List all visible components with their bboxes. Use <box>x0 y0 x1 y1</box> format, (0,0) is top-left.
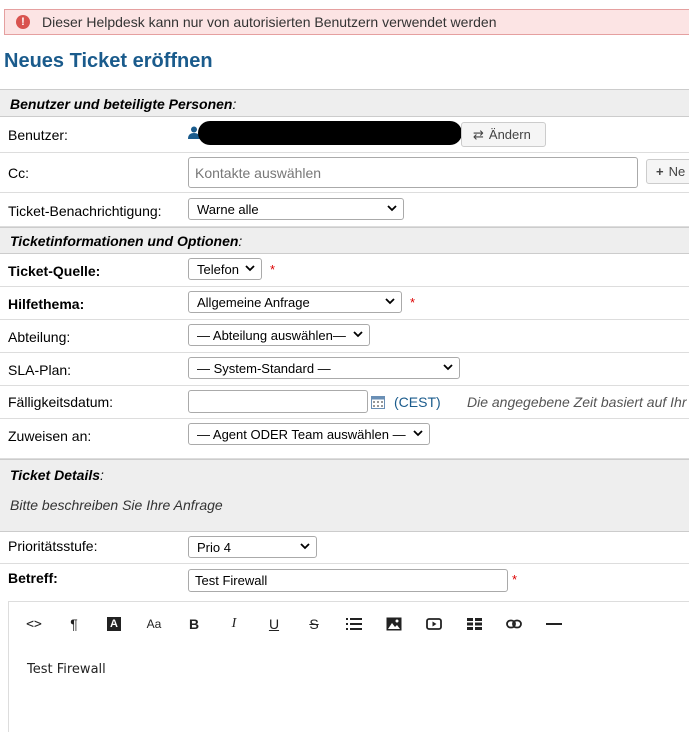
rich-text-editor[interactable]: <> ¶ A Aa B I U S Test Firewall <box>8 601 689 732</box>
text-color-icon: A <box>107 617 121 631</box>
topic-value: Allgemeine Anfrage <box>197 294 310 310</box>
italic-button[interactable]: I <box>221 602 247 646</box>
new-contact-label: Ne <box>668 164 686 179</box>
priority-value: Prio 4 <box>197 539 231 555</box>
paragraph-button[interactable]: ¶ <box>61 602 87 646</box>
text-color-button[interactable]: A <box>101 602 127 646</box>
priority-label: Prioritätsstufe: <box>8 538 98 554</box>
section-details-header: Ticket Details: Bitte beschreiben Sie Ih… <box>0 459 689 532</box>
topic-select[interactable]: Allgemeine Anfrage <box>188 291 402 313</box>
chevron-down-icon <box>353 331 363 338</box>
sla-label: SLA-Plan: <box>8 362 72 378</box>
cc-row: Cc: Kontakte auswählen + Ne <box>0 153 689 193</box>
insert-image-button[interactable] <box>381 602 407 646</box>
alert-text: Dieser Helpdesk kann nur von autorisiert… <box>42 14 497 30</box>
subject-label: Betreff: <box>8 570 58 586</box>
table-icon <box>466 618 482 630</box>
assign-select[interactable]: — Agent ODER Team auswählen — <box>188 423 430 445</box>
insert-table-button[interactable] <box>461 602 487 646</box>
subject-value: Test Firewall <box>195 573 268 588</box>
cc-label: Cc: <box>8 165 29 181</box>
source-label: Ticket-Quelle: <box>8 263 101 279</box>
assign-row: Zuweisen an: — Agent ODER Team auswählen… <box>0 419 689 459</box>
notify-row: Ticket-Benachrichtigung: Warne alle <box>0 193 689 227</box>
chevron-down-icon <box>300 543 310 550</box>
notify-label: Ticket-Benachrichtigung: <box>8 203 162 219</box>
required-mark: * <box>270 262 276 277</box>
insert-link-button[interactable] <box>501 602 527 646</box>
topic-label: Hilfethema: <box>8 296 85 312</box>
change-user-label: Ändern <box>488 127 531 142</box>
chevron-down-icon <box>245 265 255 272</box>
section-info-header: Ticketinformationen und Optionen: <box>0 227 689 254</box>
assign-label: Zuweisen an: <box>8 428 92 444</box>
subject-input[interactable]: Test Firewall <box>188 569 508 592</box>
insert-video-button[interactable] <box>421 602 447 646</box>
page-title: Neues Ticket eröffnen <box>4 50 213 72</box>
department-select[interactable]: — Abteilung auswählen— <box>188 324 370 346</box>
section-details-title: Ticket Details: <box>10 467 104 483</box>
cc-input[interactable]: Kontakte auswählen <box>188 157 638 188</box>
horizontal-rule-button[interactable] <box>541 602 567 646</box>
topic-row: Hilfethema: Allgemeine Anfrage * <box>0 287 689 320</box>
due-note: Die angegebene Zeit basiert auf Ihr <box>467 394 687 410</box>
due-date-input[interactable] <box>188 390 368 413</box>
sla-select[interactable]: — System-Standard — <box>188 357 460 379</box>
link-icon <box>506 619 522 629</box>
section-users-title: Benutzer und beteiligte Personen: <box>10 96 237 112</box>
priority-row: Prioritätsstufe: Prio 4 <box>0 532 689 564</box>
chevron-down-icon <box>385 298 395 305</box>
plus-icon: + <box>656 164 664 179</box>
editor-toolbar: <> ¶ A Aa B I U S <box>9 602 689 646</box>
horizontal-rule-icon <box>546 623 562 625</box>
cc-placeholder: Kontakte auswählen <box>195 164 322 181</box>
editor-body-text: Test Firewall <box>27 662 106 677</box>
sla-row: SLA-Plan: — System-Standard — <box>0 353 689 386</box>
due-label: Fälligkeitsdatum: <box>8 394 114 410</box>
calendar-icon[interactable] <box>371 395 385 409</box>
notify-select[interactable]: Warne alle <box>188 198 404 220</box>
section-info-title: Ticketinformationen und Optionen: <box>10 233 243 249</box>
strikethrough-button[interactable]: S <box>301 602 327 646</box>
new-contact-button[interactable]: + Ne <box>646 159 689 184</box>
priority-select[interactable]: Prio 4 <box>188 536 317 558</box>
timezone-label: (CEST) <box>394 394 441 410</box>
chevron-down-icon <box>387 205 397 212</box>
exclamation-icon: ! <box>16 15 30 29</box>
source-row: Ticket-Quelle: Telefon * <box>0 254 689 287</box>
image-icon <box>386 617 402 631</box>
swap-icon: ⇄ <box>473 126 484 142</box>
list-button[interactable] <box>341 602 367 646</box>
source-value: Telefon <box>197 261 239 277</box>
details-description: Bitte beschreiben Sie Ihre Anfrage <box>10 497 223 513</box>
department-label: Abteilung: <box>8 329 71 345</box>
redacted-username <box>198 121 462 145</box>
user-label: Benutzer: <box>8 127 68 143</box>
video-icon <box>426 618 442 630</box>
assign-value: — Agent ODER Team auswählen — <box>197 426 406 442</box>
code-view-button[interactable]: <> <box>21 602 47 646</box>
notify-value: Warne alle <box>197 201 259 217</box>
underline-button[interactable]: U <box>261 602 287 646</box>
chevron-down-icon <box>413 430 423 437</box>
font-size-button[interactable]: Aa <box>141 602 167 646</box>
source-select[interactable]: Telefon <box>188 258 262 280</box>
change-user-button[interactable]: ⇄ Ändern <box>461 122 546 147</box>
auth-alert: ! Dieser Helpdesk kann nur von autorisie… <box>4 9 689 35</box>
subject-row: Betreff: Test Firewall * <box>0 564 689 596</box>
list-icon <box>346 618 362 630</box>
department-value: — Abteilung auswählen— <box>197 327 346 343</box>
required-mark: * <box>512 572 518 587</box>
due-row: Fälligkeitsdatum: (CEST) Die angegebene … <box>0 386 689 419</box>
chevron-down-icon <box>443 364 453 371</box>
department-row: Abteilung: — Abteilung auswählen— <box>0 320 689 353</box>
required-mark: * <box>410 295 416 310</box>
sla-value: — System-Standard — <box>197 360 331 376</box>
bold-button[interactable]: B <box>181 602 207 646</box>
user-row: Benutzer: ⇄ Ändern <box>0 117 689 153</box>
section-users-header: Benutzer und beteiligte Personen: <box>0 89 689 117</box>
